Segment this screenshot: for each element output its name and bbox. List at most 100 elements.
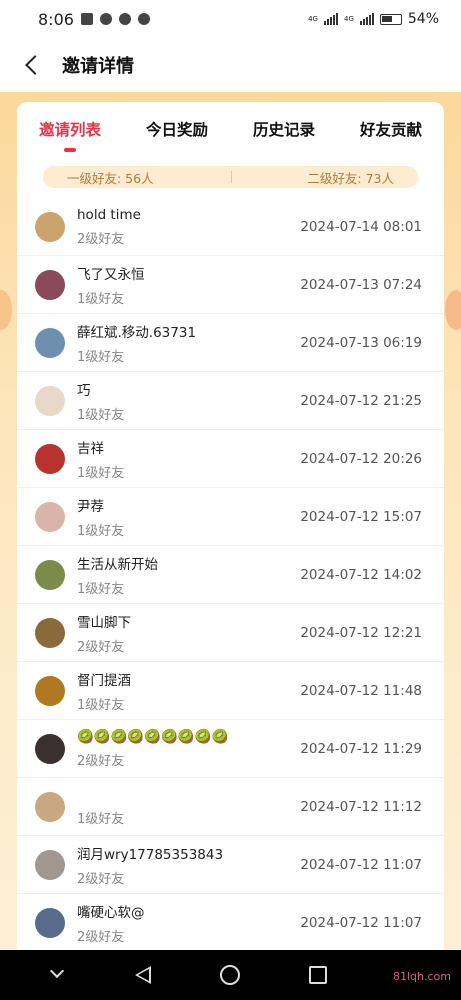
friend-name: 督门提酒 bbox=[77, 672, 131, 689]
friend-name: 薛红斌.移动.63731 bbox=[77, 324, 197, 341]
friend-info: 润月wry17785353843 2级好友 bbox=[77, 843, 300, 887]
friend-name: hold time bbox=[77, 206, 141, 223]
invite-time: 2024-07-12 11:07 bbox=[300, 856, 422, 873]
friend-row[interactable]: 嘴硬心软@ 2级好友 2024-07-12 11:07 bbox=[17, 894, 444, 950]
friend-level: 1级好友 bbox=[77, 349, 125, 365]
watermark: 81lqh.com bbox=[393, 970, 451, 983]
friend-row[interactable]: 润月wry17785353843 2级好友 2024-07-12 11:07 bbox=[17, 836, 444, 894]
avatar bbox=[35, 733, 65, 764]
friend-level: 1级好友 bbox=[77, 811, 125, 827]
invite-time: 2024-07-12 11:48 bbox=[300, 682, 422, 699]
avatar bbox=[35, 849, 65, 880]
tab-today-reward[interactable]: 今日奖励 bbox=[146, 118, 208, 140]
friend-info: hold time 2级好友 bbox=[77, 207, 300, 247]
battery-level: 54% bbox=[407, 11, 439, 27]
avatar bbox=[35, 385, 65, 416]
friend-row[interactable]: 生活从新开始 1级好友 2024-07-12 14:02 bbox=[17, 546, 444, 604]
friend-info: 雪山脚下 2级好友 bbox=[77, 611, 300, 655]
invite-time: 2024-07-13 07:24 bbox=[300, 276, 422, 293]
avatar bbox=[35, 617, 65, 648]
friend-row[interactable]: 巧 1级好友 2024-07-12 21:25 bbox=[17, 372, 444, 430]
invite-time: 2024-07-12 21:25 bbox=[300, 392, 422, 409]
nav-back-icon[interactable] bbox=[134, 966, 151, 984]
avatar bbox=[35, 675, 65, 706]
status-time: 8:06 bbox=[38, 9, 74, 29]
level2-count: 二级好友: 73人 bbox=[307, 170, 394, 186]
system-nav-bar bbox=[0, 950, 461, 1000]
friend-info: 嘴硬心软@ 2级好友 bbox=[77, 901, 300, 945]
invite-time: 2024-07-12 11:12 bbox=[300, 798, 422, 815]
friend-level: 1级好友 bbox=[77, 581, 125, 597]
signal-icon bbox=[323, 13, 338, 25]
friend-level: 2级好友 bbox=[77, 639, 125, 655]
eye-icon bbox=[118, 13, 131, 25]
avatar bbox=[35, 501, 65, 532]
friend-name: 嘴硬心软@ bbox=[77, 904, 145, 921]
friend-info: 尹荐 1级好友 bbox=[77, 495, 300, 539]
nav-recent-icon[interactable] bbox=[308, 966, 327, 984]
page-title: 邀请详情 bbox=[62, 56, 134, 77]
friend-name: 雪山脚下 bbox=[77, 614, 131, 631]
alarm-icon bbox=[137, 13, 150, 25]
browser-icon bbox=[99, 13, 112, 25]
tab-bar: 邀请列表 今日奖励 历史记录 好友贡献 bbox=[17, 102, 444, 156]
invite-time: 2024-07-13 06:19 bbox=[300, 334, 422, 351]
level1-count: 一级好友: 56人 bbox=[67, 170, 154, 186]
invite-time: 2024-07-12 11:29 bbox=[300, 740, 422, 757]
tab-history[interactable]: 历史记录 bbox=[253, 118, 315, 140]
friend-info: 1级好友 bbox=[77, 787, 300, 827]
friend-row[interactable]: 🥝🥝🥝🥝🥝🥝🥝🥝🥝 2级好友 2024-07-12 11:29 bbox=[17, 720, 444, 778]
friend-level: 2级好友 bbox=[77, 231, 125, 247]
avatar bbox=[35, 327, 65, 358]
friend-summary: 一级好友: 56人 二级好友: 73人 bbox=[43, 166, 418, 188]
summary-divider bbox=[230, 171, 232, 183]
friend-row[interactable]: 飞了又永恒 1级好友 2024-07-13 07:24 bbox=[17, 256, 444, 314]
friend-row[interactable]: 1级好友 2024-07-12 11:12 bbox=[17, 778, 444, 836]
invite-time: 2024-07-12 11:07 bbox=[300, 914, 422, 931]
friend-row[interactable]: hold time 2级好友 2024-07-14 08:01 bbox=[17, 198, 444, 256]
friend-level: 2级好友 bbox=[77, 871, 125, 887]
network-type-icon: 4G bbox=[308, 14, 318, 23]
friend-level: 1级好友 bbox=[77, 465, 125, 481]
friend-info: 生活从新开始 1级好友 bbox=[77, 553, 300, 597]
friend-row[interactable]: 薛红斌.移动.63731 1级好友 2024-07-13 06:19 bbox=[17, 314, 444, 372]
friend-level: 1级好友 bbox=[77, 523, 125, 539]
friend-info: 吉祥 1级好友 bbox=[77, 437, 300, 481]
network-type-icon-2: 4G bbox=[343, 14, 354, 23]
battery-icon bbox=[379, 13, 402, 25]
page-header: 邀请详情 bbox=[0, 38, 461, 92]
tab-friend-contribution[interactable]: 好友贡献 bbox=[360, 118, 422, 140]
friend-row[interactable]: 雪山脚下 2级好友 2024-07-12 12:21 bbox=[17, 604, 444, 662]
friend-name: 吉祥 bbox=[77, 440, 104, 457]
friend-level: 1级好友 bbox=[77, 407, 125, 423]
nav-home-icon[interactable] bbox=[219, 965, 240, 985]
friend-info: 督门提酒 1级好友 bbox=[77, 669, 300, 713]
back-arrow-icon[interactable] bbox=[25, 55, 45, 75]
friend-info: 🥝🥝🥝🥝🥝🥝🥝🥝🥝 2级好友 bbox=[77, 729, 300, 769]
friend-name: 飞了又永恒 bbox=[77, 266, 145, 283]
notification-icon bbox=[80, 13, 93, 25]
tab-invite-list[interactable]: 邀请列表 bbox=[39, 118, 101, 152]
invite-time: 2024-07-12 14:02 bbox=[300, 566, 422, 583]
friend-name bbox=[77, 787, 300, 803]
avatar bbox=[35, 269, 65, 300]
invite-time: 2024-07-12 20:26 bbox=[300, 450, 422, 467]
friend-level: 2级好友 bbox=[77, 929, 125, 945]
avatar bbox=[35, 211, 65, 242]
friend-info: 薛红斌.移动.63731 1级好友 bbox=[77, 321, 300, 365]
invite-card: 邀请列表 今日奖励 历史记录 好友贡献 一级好友: 56人 二级好友: 73人 … bbox=[17, 102, 444, 950]
friend-row[interactable]: 督门提酒 1级好友 2024-07-12 11:48 bbox=[17, 662, 444, 720]
friend-list: hold time 2级好友 2024-07-14 08:01 飞了又永恒 1级好友 20… bbox=[17, 198, 444, 950]
friend-name: 生活从新开始 bbox=[77, 556, 158, 573]
avatar bbox=[35, 559, 65, 590]
signal-icon-2 bbox=[359, 13, 374, 25]
friend-level: 2级好友 bbox=[77, 753, 125, 769]
invite-time: 2024-07-12 12:21 bbox=[300, 624, 422, 641]
friend-row[interactable]: 吉祥 1级好友 2024-07-12 20:26 bbox=[17, 430, 444, 488]
invite-time: 2024-07-12 15:07 bbox=[300, 508, 422, 525]
friend-row[interactable]: 尹荐 1级好友 2024-07-12 15:07 bbox=[17, 488, 444, 546]
friend-name: 🥝🥝🥝🥝🥝🥝🥝🥝🥝 bbox=[77, 728, 229, 745]
avatar bbox=[35, 907, 65, 938]
friend-name: 润月wry17785353843 bbox=[77, 846, 224, 863]
status-bar: 8:06 4G 4G 54% bbox=[0, 0, 461, 38]
